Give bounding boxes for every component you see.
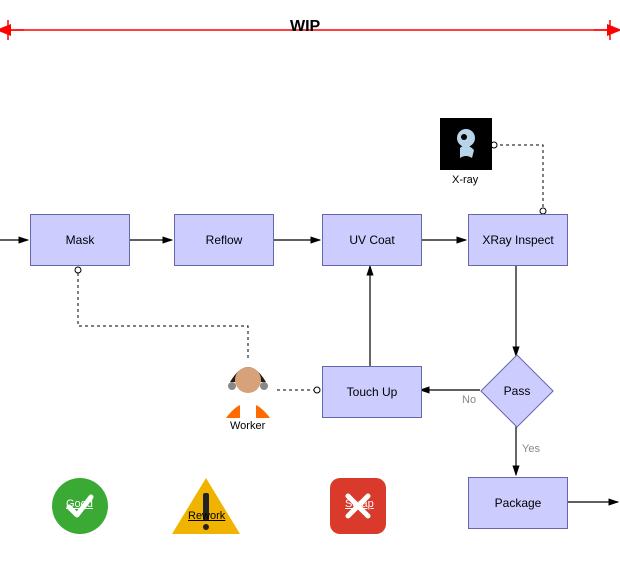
- label-no: No: [462, 394, 476, 406]
- label-good: Good: [66, 498, 93, 510]
- node-xray-inspect-label: XRay Inspect: [482, 233, 553, 247]
- node-reflow-label: Reflow: [206, 233, 243, 247]
- flow-diagram: WIP X-ray Mask Reflow UV Coat XRay Inspe…: [0, 0, 620, 563]
- node-mask-label: Mask: [66, 233, 95, 247]
- node-mask: Mask: [30, 214, 130, 266]
- label-yes: Yes: [522, 443, 540, 455]
- node-package: Package: [468, 477, 568, 529]
- node-uvcoat-label: UV Coat: [349, 233, 394, 247]
- xray-image: [440, 118, 492, 170]
- node-package-label: Package: [495, 496, 542, 510]
- worker-image: [220, 358, 276, 418]
- node-touchup: Touch Up: [322, 366, 422, 418]
- node-reflow: Reflow: [174, 214, 274, 266]
- label-rework: Rework: [188, 510, 225, 522]
- node-uvcoat: UV Coat: [322, 214, 422, 266]
- node-touchup-label: Touch Up: [347, 385, 398, 399]
- node-pass: Pass: [482, 356, 552, 426]
- worker-label: Worker: [230, 420, 265, 432]
- wip-label: WIP: [290, 18, 320, 36]
- node-pass-label: Pass: [504, 384, 531, 398]
- node-xray-inspect: XRay Inspect: [468, 214, 568, 266]
- label-scrap: Scrap: [345, 498, 374, 510]
- xray-label: X-ray: [452, 174, 478, 186]
